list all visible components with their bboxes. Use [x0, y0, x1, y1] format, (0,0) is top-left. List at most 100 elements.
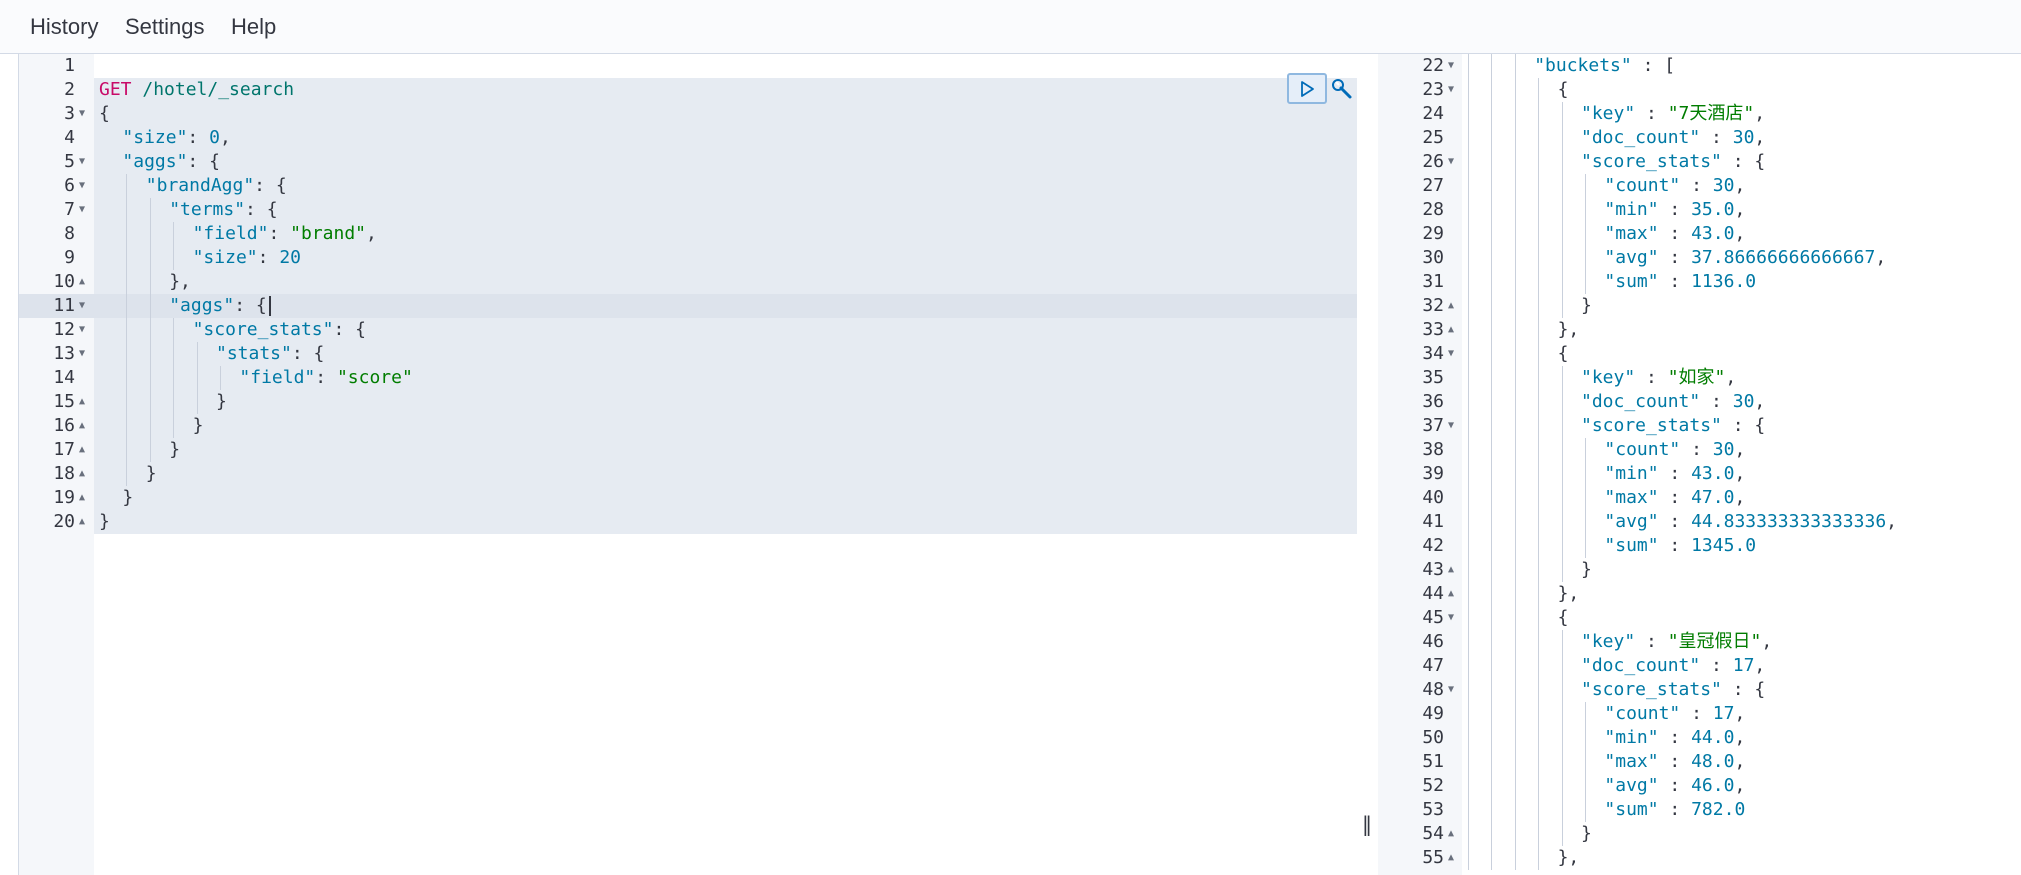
request-line-13[interactable]: 13 ▼ "stats": {: [19, 342, 1357, 366]
code-token: }: [169, 439, 181, 460]
fold-collapse-icon[interactable]: ▼: [1448, 150, 1454, 174]
fold-collapse-icon[interactable]: ▼: [79, 318, 85, 342]
code-token: "score_stats": [1581, 151, 1722, 172]
line-number: 22: [1422, 55, 1444, 76]
request-editor[interactable]: 1 2 GET /hotel/_search 3 ▼{4 "size": 0, 5 ▼ "agg…: [18, 54, 1357, 875]
response-line-31: 31 "sum" : 1136.0: [1378, 270, 2021, 294]
code-token: 44.0: [1691, 727, 1735, 748]
code-token: 20: [279, 247, 301, 268]
code-token: ,: [1754, 655, 1766, 676]
response-line-32: 32 ▲}: [1378, 294, 2021, 318]
request-actions-button[interactable]: [1329, 75, 1355, 103]
code-text: "avg" : 44.833333333333336,: [1604, 510, 1897, 534]
fold-expand-icon[interactable]: ▲: [1448, 846, 1454, 870]
code-token: :: [1658, 487, 1692, 508]
fold-collapse-icon[interactable]: ▼: [1448, 678, 1454, 702]
fold-collapse-icon[interactable]: ▼: [79, 294, 85, 318]
fold-collapse-icon[interactable]: ▼: [79, 174, 85, 198]
request-line-9[interactable]: 9 "size": 20: [19, 246, 1357, 270]
send-request-button[interactable]: [1287, 73, 1327, 104]
response-line-53: 53 "sum" : 782.0: [1378, 798, 2021, 822]
pane-resizer[interactable]: [1358, 54, 1378, 875]
fold-collapse-icon[interactable]: ▼: [1448, 414, 1454, 438]
code-text: {: [1558, 342, 1569, 366]
request-line-6[interactable]: 6 ▼ "brandAgg": {: [19, 174, 1357, 198]
menu-help[interactable]: Help: [231, 14, 276, 40]
fold-collapse-icon[interactable]: ▼: [79, 150, 85, 174]
indent-guide: [1514, 222, 1516, 246]
response-line-45: 45 ▼ {: [1378, 606, 2021, 630]
line-number: 43: [1422, 559, 1444, 580]
request-line-4[interactable]: 4 "size": 0,: [19, 126, 1357, 150]
fold-expand-icon[interactable]: ▲: [1448, 558, 1454, 582]
request-line-14[interactable]: 14 "field": "score": [19, 366, 1357, 390]
request-line-12[interactable]: 12 ▼ "score_stats": {: [19, 318, 1357, 342]
code-token: "count": [1604, 175, 1681, 196]
fold-expand-icon[interactable]: ▲: [79, 438, 85, 462]
fold-collapse-icon[interactable]: ▼: [1448, 342, 1454, 366]
response-line-52: 52 "avg" : 46.0,: [1378, 774, 2021, 798]
fold-expand-icon[interactable]: ▲: [1448, 582, 1454, 606]
fold-expand-icon[interactable]: ▲: [1448, 294, 1454, 318]
request-line-11[interactable]: 11 ▼ "aggs": {: [19, 294, 1357, 318]
request-line-3[interactable]: 3 ▼ {: [19, 102, 1357, 126]
indent-guide: [1585, 726, 1586, 750]
line-number: 40: [1422, 487, 1444, 508]
request-line-17[interactable]: 17 ▲}: [19, 438, 1357, 462]
fold-expand-icon[interactable]: ▲: [79, 510, 85, 534]
request-line-15[interactable]: 15 ▲}: [19, 390, 1357, 414]
fold-collapse-icon[interactable]: ▼: [1448, 78, 1454, 102]
request-line-10[interactable]: 10 ▲},: [19, 270, 1357, 294]
request-code-lines[interactable]: 1 2 GET /hotel/_search 3 ▼{4 "size": 0, 5 ▼ "agg…: [19, 54, 1357, 534]
wrench-icon: [1332, 79, 1352, 99]
code-token: : {: [254, 175, 287, 196]
fold-collapse-icon[interactable]: ▼: [79, 342, 85, 366]
resizer-handle-icon[interactable]: ‖: [1362, 812, 1372, 836]
request-line-18[interactable]: 18 ▲}: [19, 462, 1357, 486]
indent-guide: [1538, 510, 1540, 534]
fold-expand-icon[interactable]: ▲: [1448, 822, 1454, 846]
fold-collapse-icon[interactable]: ▼: [1448, 606, 1454, 630]
request-line-1[interactable]: 1: [19, 54, 1357, 78]
indent-guide: [1561, 558, 1563, 582]
fold-expand-icon[interactable]: ▲: [79, 390, 85, 414]
line-number: 51: [1422, 751, 1444, 772]
response-line-44: 44 ▲},: [1378, 582, 2021, 606]
request-line-7[interactable]: 7 ▼ "terms": {: [19, 198, 1357, 222]
request-line-2[interactable]: 2 GET /hotel/_search: [19, 78, 1357, 102]
fold-expand-icon[interactable]: ▲: [1448, 318, 1454, 342]
code-text: {: [99, 102, 110, 126]
code-token: }: [99, 511, 110, 532]
fold-collapse-icon[interactable]: ▼: [1448, 54, 1454, 78]
fold-expand-icon[interactable]: ▲: [79, 414, 85, 438]
fold-collapse-icon[interactable]: ▼: [79, 102, 85, 126]
indent-guide: [1491, 798, 1493, 822]
indent-guide: [1514, 294, 1516, 318]
indent-guide: [1468, 510, 1469, 534]
code-token: :: [1700, 127, 1733, 148]
request-line-16[interactable]: 16 ▲}: [19, 414, 1357, 438]
indent-guide: [1514, 582, 1516, 606]
code-text: "sum" : 782.0: [1604, 798, 1745, 822]
indent-guide: [1585, 246, 1586, 270]
request-line-5[interactable]: 5 ▼ "aggs": {: [19, 150, 1357, 174]
indent-guide: [1491, 198, 1493, 222]
fold-expand-icon[interactable]: ▲: [79, 270, 85, 294]
menu-settings[interactable]: Settings: [125, 14, 205, 40]
indent-guide: [1561, 150, 1563, 174]
fold-collapse-icon[interactable]: ▼: [79, 198, 85, 222]
fold-expand-icon[interactable]: ▲: [79, 462, 85, 486]
code-token: :: [315, 367, 337, 388]
request-line-20[interactable]: 20 ▲}: [19, 510, 1357, 534]
fold-expand-icon[interactable]: ▲: [79, 486, 85, 510]
indent-guide: [149, 270, 151, 294]
indent-guide: [149, 342, 151, 366]
indent-guide: [1561, 366, 1563, 390]
request-line-19[interactable]: 19 ▲}: [19, 486, 1357, 510]
code-token: "min": [1604, 727, 1659, 748]
request-line-8[interactable]: 8 "field": "brand",: [19, 222, 1357, 246]
code-token: "sum": [1604, 271, 1659, 292]
code-text: }: [169, 438, 180, 462]
code-token: "aggs": [169, 295, 235, 316]
menu-history[interactable]: History: [30, 14, 98, 40]
